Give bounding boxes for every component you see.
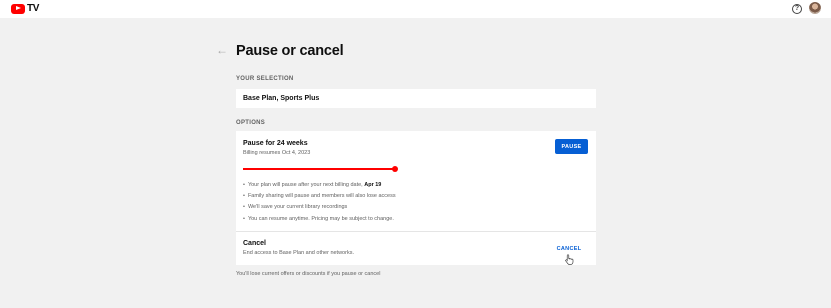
cancel-description: End access to Base Plan and other networ… — [243, 250, 354, 256]
youtube-tv-logo[interactable]: TV — [11, 3, 39, 14]
pause-detail-item: We'll save your current library recordin… — [243, 203, 396, 214]
pause-button[interactable]: PAUSE — [555, 139, 588, 154]
options-label: OPTIONS — [236, 120, 266, 126]
pause-duration-slider[interactable] — [243, 166, 398, 172]
pause-detail-item: Your plan will pause after your next bil… — [243, 181, 396, 192]
footer-note: You'll lose current offers or discounts … — [236, 271, 381, 277]
divider — [236, 231, 596, 232]
avatar[interactable] — [809, 2, 821, 14]
pause-detail-item: You can resume anytime. Pricing may be s… — [243, 215, 396, 226]
youtube-logo-icon — [11, 3, 25, 14]
your-selection-label: YOUR SELECTION — [236, 76, 294, 82]
top-bar: TV ? — [0, 0, 831, 18]
back-arrow-icon[interactable]: ← — [216, 44, 228, 56]
logo-text: TV — [27, 3, 40, 14]
slider-thumb[interactable] — [392, 166, 398, 172]
selected-plan: Base Plan, Sports Plus — [243, 95, 320, 102]
pause-billing-resumes: Billing resumes Oct 4, 2023 — [243, 150, 311, 156]
pause-option-title: Pause for 24 weeks — [243, 140, 308, 147]
pause-detail-date: Apr 19 — [364, 182, 382, 188]
page-title: Pause or cancel — [236, 43, 344, 59]
cancel-option-title: Cancel — [243, 240, 266, 247]
hand-cursor-icon — [565, 254, 574, 265]
slider-fill — [243, 168, 395, 170]
pause-details-list: Your plan will pause after your next bil… — [243, 181, 396, 226]
options-card: Pause for 24 weeks Billing resumes Oct 4… — [236, 131, 596, 265]
pause-detail-item: Family sharing will pause and members wi… — [243, 192, 396, 203]
pause-detail-text: Your plan will pause after your next bil… — [247, 182, 365, 188]
pause-detail-text: You can resume anytime. Pricing may be s… — [247, 215, 394, 222]
cancel-button[interactable]: CANCEL — [552, 244, 586, 253]
selection-card: Base Plan, Sports Plus — [236, 89, 596, 108]
pause-detail-text: We'll save your current library recordin… — [247, 204, 348, 211]
help-icon[interactable]: ? — [792, 4, 802, 14]
pause-detail-text: Family sharing will pause and members wi… — [247, 193, 396, 200]
